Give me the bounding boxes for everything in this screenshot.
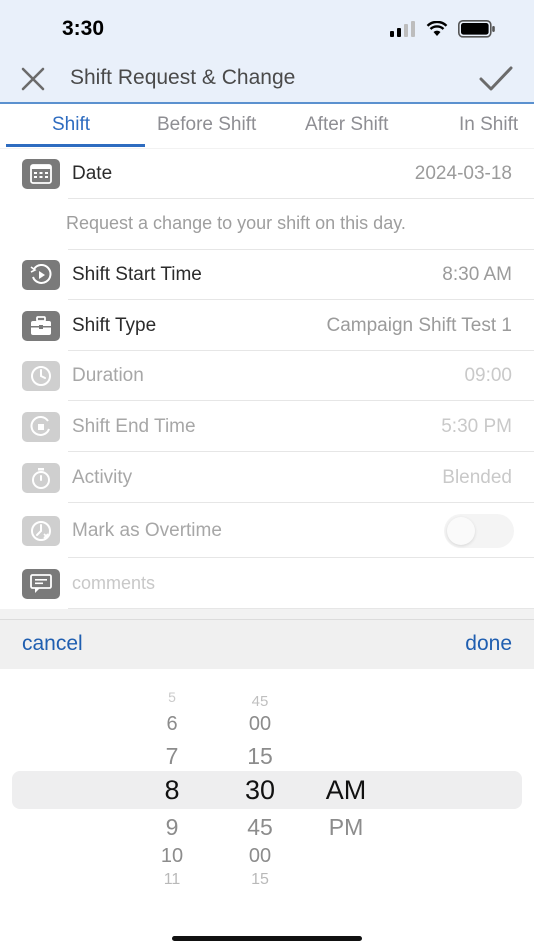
hour-option[interactable]: 10 [142, 845, 202, 868]
date-label: Date [72, 163, 113, 184]
date-value: 2024-03-18 [414, 163, 512, 184]
stopwatch-icon [22, 463, 60, 493]
overtime-clock-icon [22, 516, 60, 546]
home-indicator[interactable] [172, 936, 362, 941]
overtime-toggle[interactable] [444, 514, 514, 548]
shift-start-label: Shift Start Time [72, 264, 202, 285]
tab-before-shift[interactable]: Before Shift [157, 114, 256, 136]
checkmark-icon[interactable] [478, 64, 514, 94]
play-clock-icon [22, 260, 60, 290]
shift-end-label: Shift End Time [72, 416, 196, 437]
cancel-button[interactable]: cancel [22, 632, 83, 656]
calendar-icon [22, 159, 60, 189]
picker-toolbar: cancel done [0, 619, 534, 669]
activity-row: Activity Blended [0, 453, 534, 503]
minute-option[interactable]: 45 [228, 814, 292, 841]
shift-start-value: 8:30 AM [442, 264, 512, 285]
activity-value: Blended [442, 467, 512, 488]
done-button[interactable]: done [465, 632, 512, 656]
hour-option[interactable]: 7 [142, 743, 202, 770]
hour-option[interactable]: 5 [142, 689, 202, 705]
tab-after-shift[interactable]: After Shift [305, 114, 388, 136]
minute-option[interactable]: 15 [228, 871, 292, 885]
hour-option[interactable]: 9 [142, 814, 202, 841]
date-hint: Request a change to your shift on this d… [66, 213, 406, 233]
duration-row: Duration 09:00 [0, 351, 534, 401]
hour-option[interactable]: 6 [142, 713, 202, 736]
minute-option[interactable]: 00 [228, 713, 292, 736]
ampm-option[interactable]: PM [314, 814, 378, 841]
clock-icon [22, 361, 60, 391]
status-bar: 3:30 [0, 0, 534, 56]
ampm-option-selected[interactable]: AM [314, 775, 378, 806]
activity-label: Activity [72, 467, 133, 488]
comments-input[interactable]: comments [72, 573, 155, 594]
minute-option[interactable]: 45 [228, 693, 292, 710]
shift-start-row[interactable]: Shift Start Time 8:30 AM [0, 250, 534, 300]
time-picker[interactable]: 5 6 7 8 9 10 11 45 00 15 30 45 00 15 AM … [0, 669, 534, 950]
comment-icon [22, 569, 60, 599]
tab-bar: Shift Before Shift After Shift In Shift [0, 102, 534, 148]
end-clock-icon [22, 412, 60, 442]
shift-end-row: Shift End Time 5:30 PM [0, 402, 534, 452]
hour-option[interactable]: 11 [142, 871, 202, 885]
minute-option[interactable]: 15 [228, 743, 292, 770]
briefcase-icon [22, 311, 60, 341]
page-title: Shift Request & Change [70, 66, 296, 89]
minute-option[interactable]: 00 [228, 845, 292, 868]
close-icon[interactable] [20, 66, 46, 92]
signal-icon [390, 21, 415, 37]
overtime-label: Mark as Overtime [72, 520, 222, 541]
shift-form: Date 2024-03-18 Request a change to your… [0, 149, 534, 609]
comments-row[interactable]: comments [0, 559, 534, 609]
minute-option-selected[interactable]: 30 [228, 775, 292, 806]
status-time: 3:30 [62, 17, 105, 40]
overtime-row: Mark as Overtime [0, 504, 534, 558]
active-tab-indicator [6, 144, 145, 147]
duration-label: Duration [72, 365, 144, 386]
duration-value: 09:00 [464, 365, 512, 386]
nav-bar: Shift Request & Change [0, 56, 534, 102]
status-icons [390, 20, 496, 38]
tab-in-shift[interactable]: In Shift [459, 114, 518, 136]
toggle-knob [447, 517, 475, 545]
shift-type-value: Campaign Shift Test 1 [326, 315, 512, 336]
hour-option-selected[interactable]: 8 [142, 775, 202, 806]
wifi-icon [426, 21, 448, 36]
shift-type-row[interactable]: Shift Type Campaign Shift Test 1 [0, 301, 534, 351]
shift-end-value: 5:30 PM [441, 416, 512, 437]
battery-icon [458, 20, 495, 38]
shift-type-label: Shift Type [72, 315, 157, 336]
date-row[interactable]: Date 2024-03-18 [0, 149, 534, 199]
tab-shift[interactable]: Shift [52, 114, 90, 136]
